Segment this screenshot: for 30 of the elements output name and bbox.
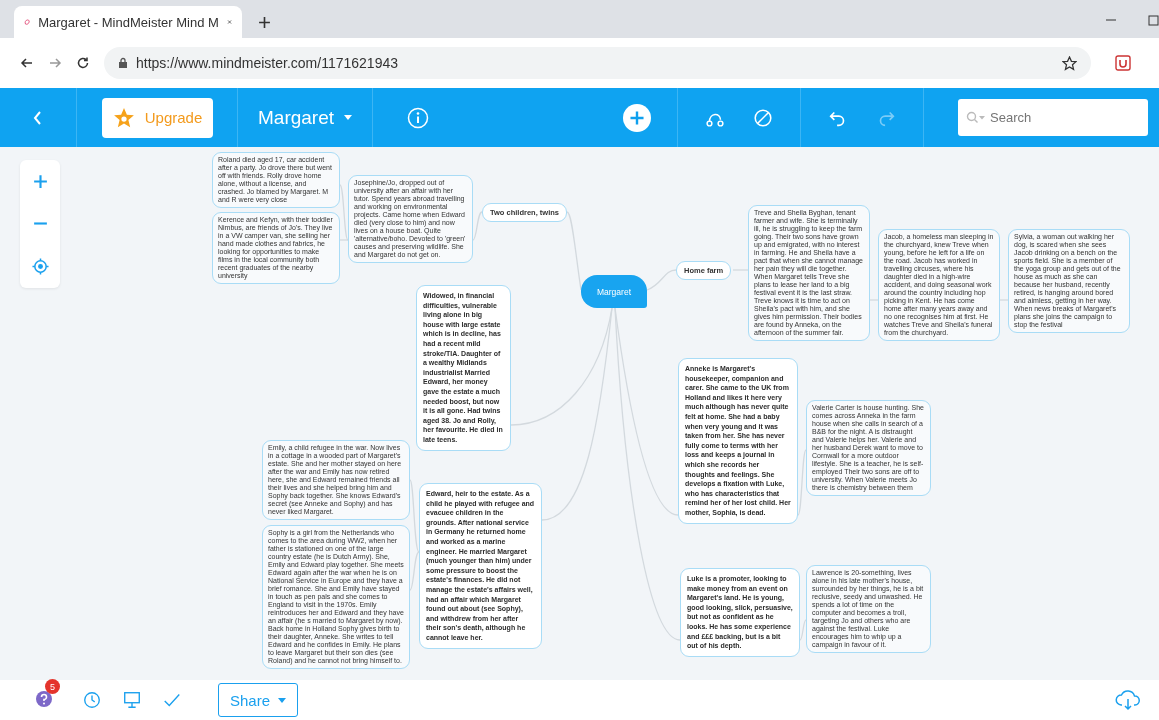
zoom-in-icon[interactable] [31,172,49,190]
search-icon [966,111,986,125]
connector-line [799,619,807,641]
cloud-download-icon[interactable] [1115,689,1141,711]
connector-line [646,269,677,291]
history-icon[interactable] [82,690,102,710]
address-field[interactable]: https://www.mindmeister.com/1171621943 [104,47,1091,79]
star-icon [112,106,135,129]
forward-icon[interactable] [48,56,62,70]
tab-title: Margaret - MindMeister Mind M [38,14,219,30]
new-tab-icon[interactable] [258,16,271,29]
app-logo-icon [24,16,31,28]
connector-line [472,211,483,241]
info-icon[interactable] [407,106,430,129]
caret-icon [344,115,353,120]
search-field[interactable]: Search [958,99,1148,136]
presentation-icon[interactable] [122,690,142,710]
close-icon[interactable] [226,17,232,27]
locate-icon[interactable] [31,258,49,276]
lock-icon [118,57,128,69]
help-icon[interactable] [34,689,54,709]
bookmark-star-icon[interactable] [1062,55,1077,71]
back-icon[interactable] [20,56,34,70]
browser-tab[interactable]: Margaret - MindMeister Mind M [14,6,242,38]
add-icon[interactable] [623,103,651,132]
connector-line [797,449,807,516]
extension-icon[interactable] [1115,55,1131,71]
caret-icon [278,697,286,703]
reload-icon[interactable] [76,56,90,70]
maximize-icon[interactable] [1147,14,1159,26]
